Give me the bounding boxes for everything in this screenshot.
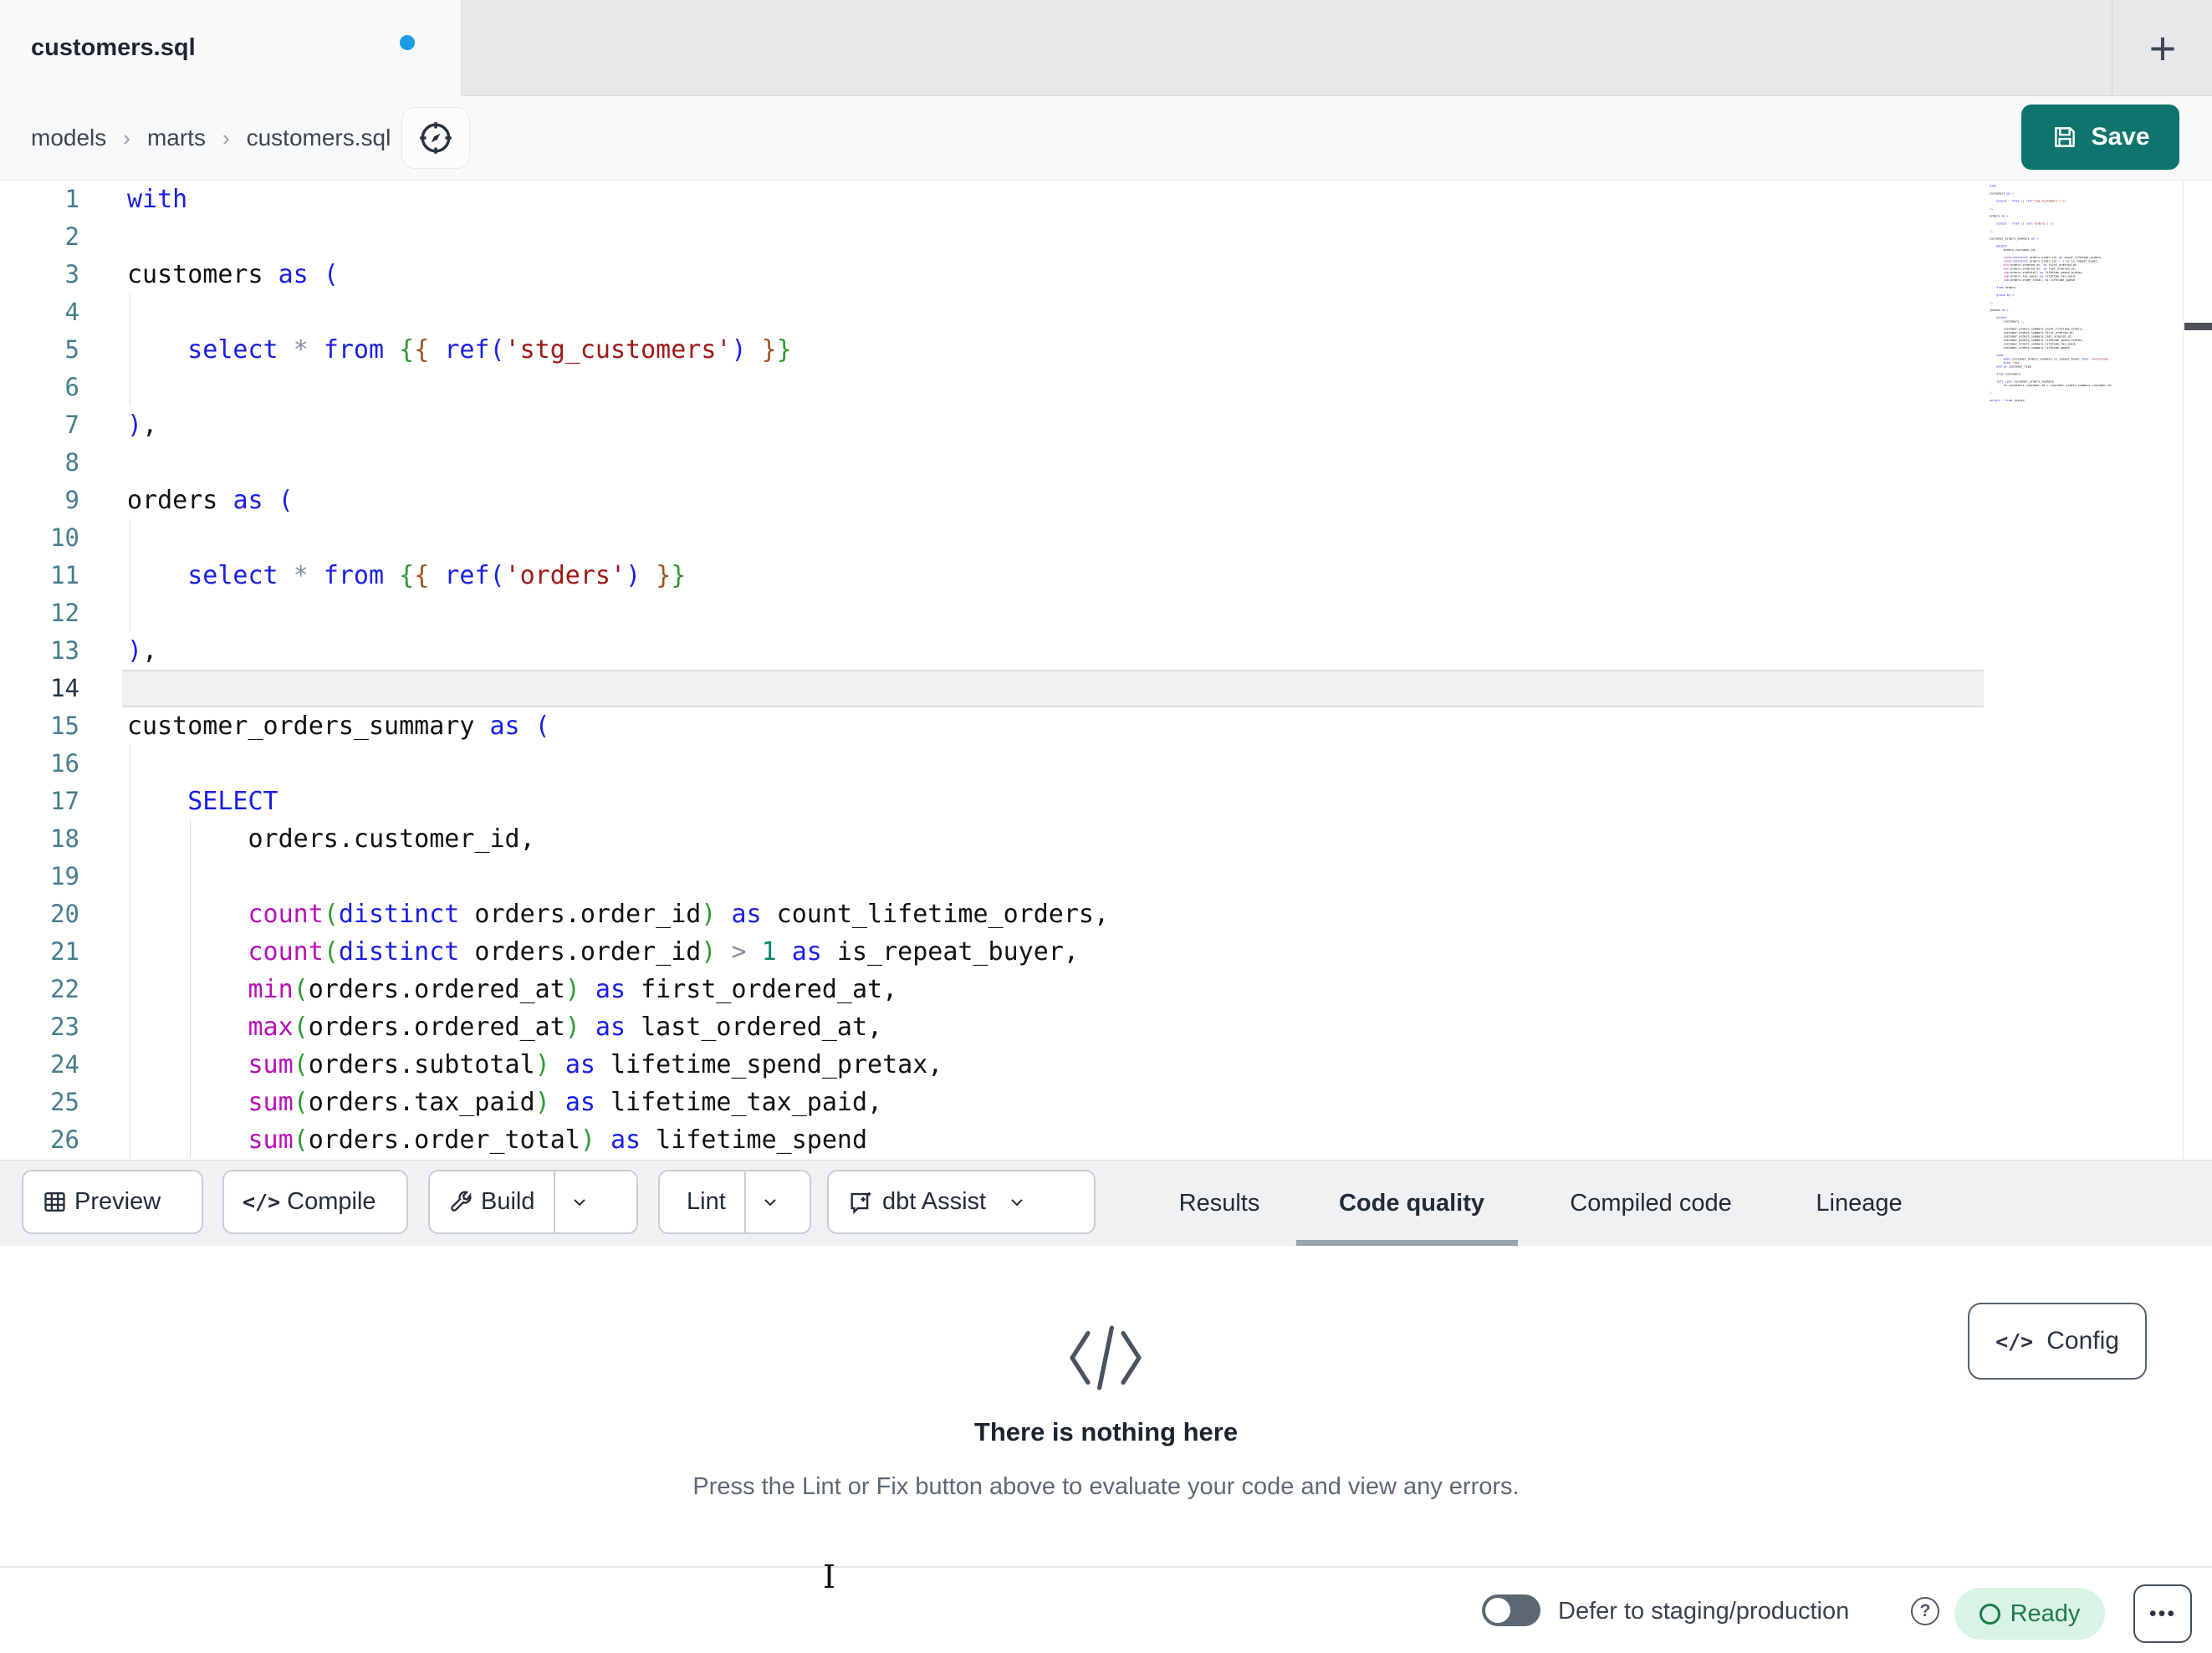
tab-results[interactable]: Results (1179, 1161, 1260, 1247)
dbt-assist-dropdown-button[interactable] (993, 1192, 1041, 1212)
status-bar: Defer to staging/production ? Ready ••• (0, 1566, 2212, 1653)
code-brackets-icon (1064, 1324, 1147, 1391)
assist-chat-sparkle-icon (847, 1188, 876, 1217)
scrollbar-marker[interactable] (2184, 323, 2212, 330)
code-icon: </> (243, 1190, 281, 1214)
code-editor[interactable]: 1 with 2 3 customers as (4 5 select * from {{… (0, 181, 2212, 1160)
lint-button[interactable]: Lint (658, 1170, 811, 1234)
config-label: Config (2046, 1327, 2119, 1355)
code-quality-panel: There is nothing here Press the Lint or … (0, 1246, 2212, 1566)
defer-toggle[interactable] (1482, 1594, 1540, 1626)
build-button[interactable]: Build (428, 1170, 638, 1234)
compile-button[interactable]: </> Compile (222, 1170, 408, 1234)
breadcrumb: models › marts › customers.sql (31, 96, 391, 180)
mouse-cursor-ibeam: I (823, 1559, 836, 1595)
plus-icon: + (2148, 22, 2177, 74)
file-tab-title: customers.sql (31, 34, 196, 61)
chevron-down-icon (1011, 1198, 1023, 1206)
breadcrumb-marts[interactable]: marts (147, 125, 206, 151)
more-options-button[interactable]: ••• (2133, 1584, 2192, 1643)
code-icon: </> (1995, 1329, 2034, 1354)
lint-label: Lint (687, 1188, 726, 1215)
compass-icon (416, 119, 455, 157)
chevron-down-icon (764, 1198, 776, 1206)
minimap[interactable]: with customers as ( select * from {{ ref(… (1990, 184, 2180, 1154)
preview-button[interactable]: Preview (22, 1170, 203, 1234)
build-label: Build (481, 1188, 535, 1215)
ellipsis-icon: ••• (2148, 1601, 2177, 1625)
chevron-right-icon: › (222, 125, 230, 151)
tab-bar: customers.sql + (0, 0, 2212, 96)
code-lines: 1 with 2 3 customers as (4 5 select * from {{… (50, 185, 1110, 1155)
wrench-icon (448, 1189, 474, 1215)
lint-dropdown-button[interactable] (746, 1192, 794, 1212)
dbt-assist-label: dbt Assist (882, 1188, 987, 1215)
status-circle-icon (1979, 1603, 2000, 1625)
compile-label: Compile (287, 1188, 376, 1215)
tab-lineage[interactable]: Lineage (1816, 1161, 1902, 1247)
empty-state-subtitle: Press the Lint or Fix button above to ev… (692, 1473, 1520, 1500)
toggle-knob (1485, 1598, 1510, 1623)
chevron-down-icon (573, 1198, 585, 1206)
build-dropdown-button[interactable] (555, 1192, 604, 1212)
minimap-divider (2183, 181, 2184, 1160)
navigate-button[interactable] (401, 107, 470, 169)
tab-compiled-code[interactable]: Compiled code (1570, 1161, 1731, 1247)
breadcrumb-file: customers.sql (246, 125, 391, 151)
environment-status-badge[interactable]: Ready (1954, 1588, 2105, 1640)
dbt-assist-button[interactable]: dbt Assist (827, 1170, 1096, 1234)
empty-state-title: There is nothing here (973, 1417, 1239, 1446)
unsaved-changes-dot-icon (400, 35, 415, 50)
chevron-right-icon: › (123, 125, 130, 151)
breadcrumb-models[interactable]: models (31, 125, 106, 151)
minimap-content: with customers as ( select * from {{ ref(… (1990, 184, 2112, 402)
config-button[interactable]: </> Config (1968, 1303, 2147, 1380)
defer-label: Defer to staging/production (1558, 1597, 1850, 1625)
new-tab-button[interactable]: + (2128, 0, 2198, 96)
editor-toolbar: Preview </> Compile Build Lint dbt Assis… (0, 1160, 2212, 1247)
preview-label: Preview (74, 1188, 161, 1215)
save-icon (2051, 123, 2079, 151)
status-label: Ready (2010, 1599, 2081, 1627)
save-label: Save (2091, 123, 2150, 151)
dbt-ide-window: customers.sql + models › marts › custome… (0, 0, 2212, 1653)
help-question-icon[interactable]: ? (1911, 1597, 1939, 1625)
save-button[interactable]: Save (2021, 105, 2179, 170)
breadcrumb-row: models › marts › customers.sql Save (0, 96, 2212, 181)
table-icon (42, 1189, 68, 1215)
file-tab-customers-sql[interactable]: customers.sql (0, 0, 462, 96)
tab-code-quality[interactable]: Code quality (1339, 1161, 1484, 1247)
